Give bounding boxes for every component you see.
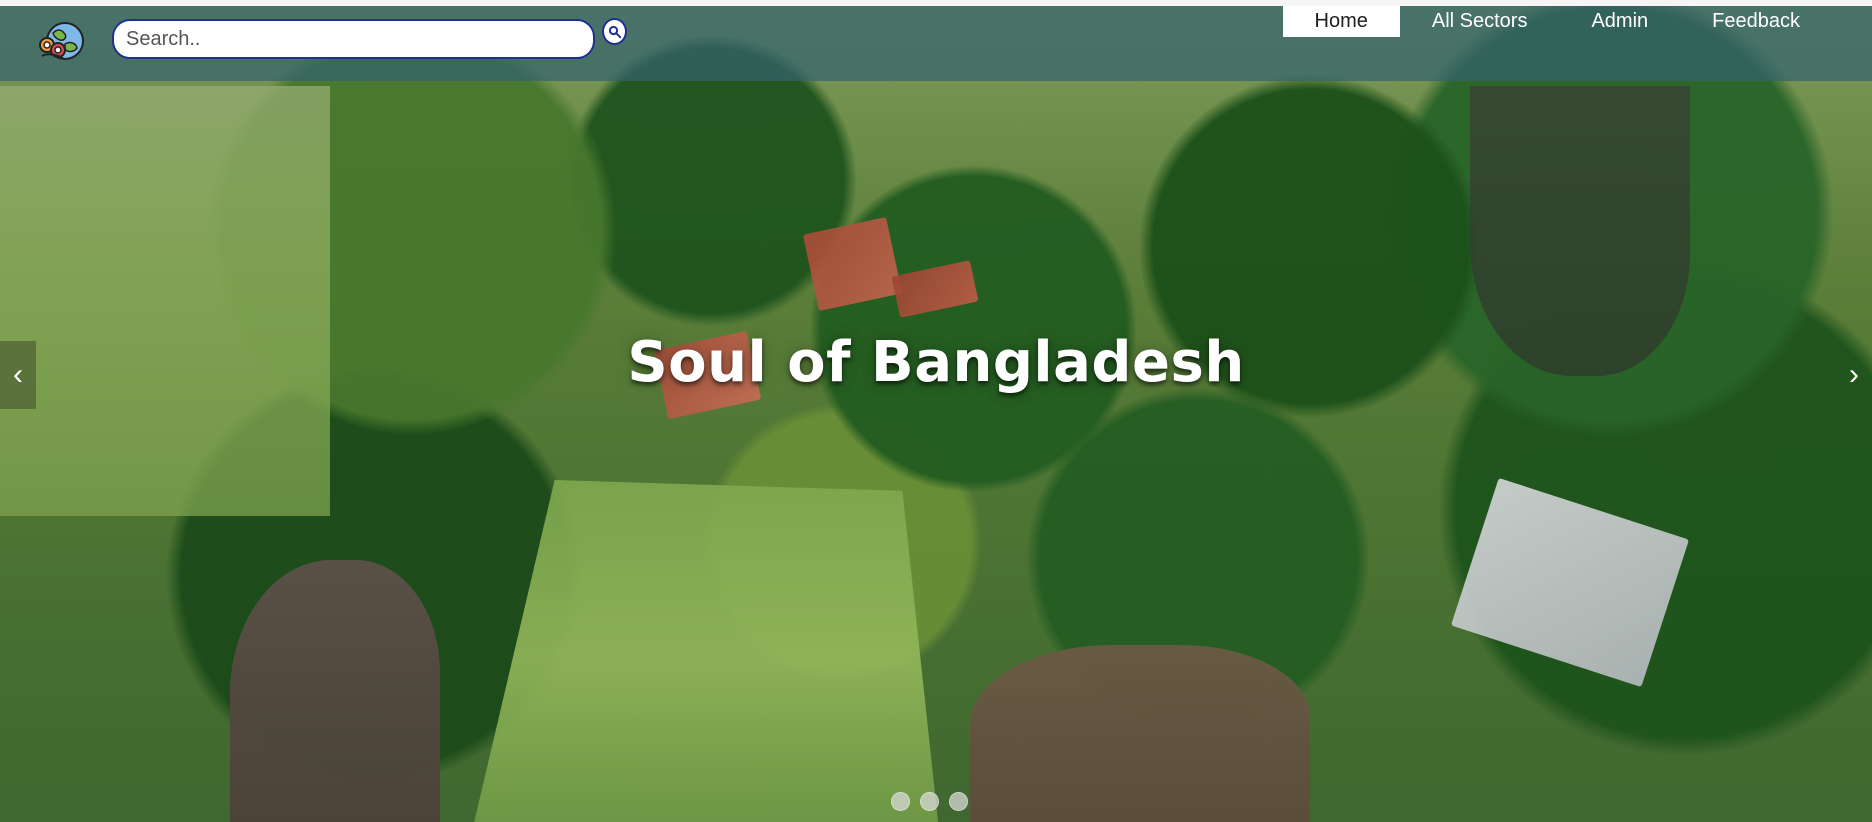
carousel-previous-button[interactable]: ‹ [0,341,36,409]
carousel-dot-3[interactable] [949,792,968,811]
nav-home[interactable]: Home [1282,6,1400,37]
nav-admin[interactable]: Admin [1559,6,1680,37]
main-navigation: Home All Sectors Admin Feedback [1282,6,1833,37]
carousel-next-button[interactable]: › [1836,341,1872,409]
chevron-right-icon: › [1849,358,1859,391]
nav-feedback[interactable]: Feedback [1680,6,1832,37]
chevron-left-icon: ‹ [13,358,23,391]
hero-title: Soul of Bangladesh [627,330,1245,395]
search-icon [608,25,621,38]
hero-field-left [0,86,330,516]
carousel-indicators [891,792,968,811]
nav-all-sectors[interactable]: All Sectors [1400,6,1560,37]
globe-logo[interactable] [37,19,87,63]
carousel-dot-1[interactable] [891,792,910,811]
search-button[interactable] [602,18,627,45]
page: Home All Sectors Admin Feedback Soul of … [0,0,1872,822]
search-box [112,19,595,59]
carousel-dot-2[interactable] [920,792,939,811]
search-input[interactable] [112,19,595,59]
hero-water-middle [970,645,1310,822]
hero-water-left [230,560,440,822]
